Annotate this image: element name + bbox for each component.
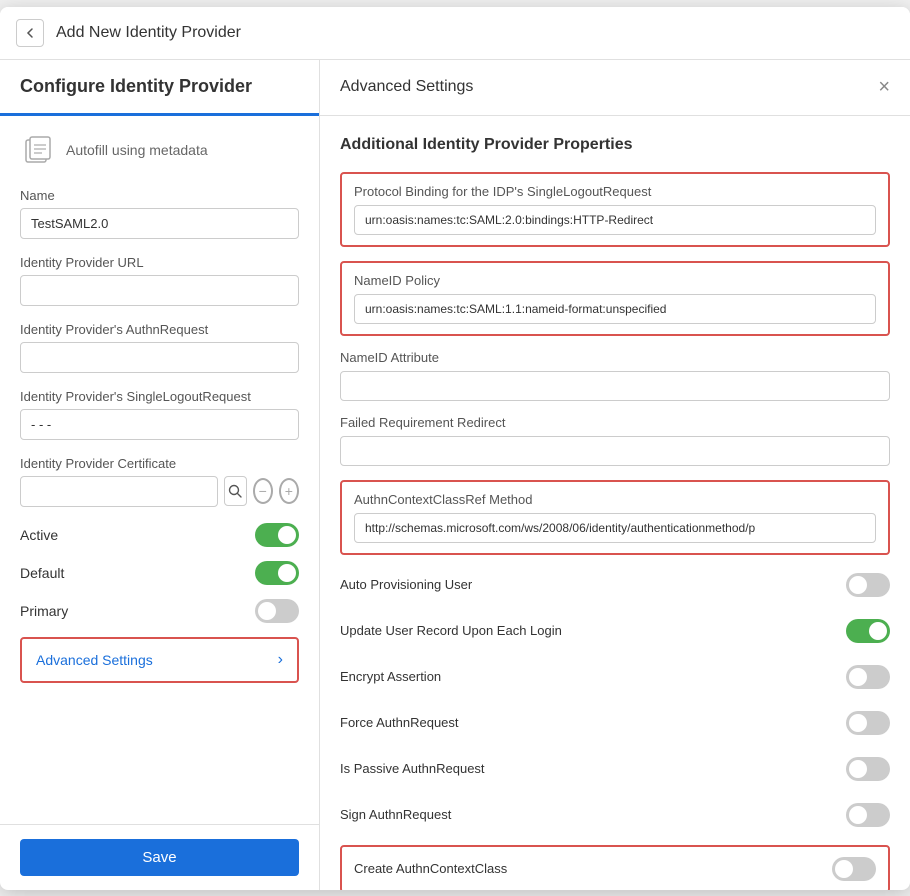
- authn-context-label: AuthnContextClassRef Method: [354, 492, 876, 507]
- encrypt-assertion-label: Encrypt Assertion: [340, 669, 441, 684]
- slo-request-input[interactable]: [20, 409, 299, 440]
- update-user-row: Update User Record Upon Each Login: [340, 615, 890, 647]
- failed-req-group: Failed Requirement Redirect: [340, 415, 890, 466]
- authn-request-group: Identity Provider's AuthnRequest: [20, 322, 299, 373]
- idp-url-input[interactable]: [20, 275, 299, 306]
- force-authn-toggle[interactable]: [846, 711, 890, 735]
- force-authn-label: Force AuthnRequest: [340, 715, 459, 730]
- modal-header: Add New Identity Provider: [0, 7, 910, 60]
- modal-container: Add New Identity Provider Configure Iden…: [0, 7, 910, 890]
- close-button[interactable]: ×: [878, 76, 890, 99]
- cert-search-button[interactable]: [224, 476, 247, 506]
- encrypt-assertion-row: Encrypt Assertion: [340, 661, 890, 693]
- cert-remove-button[interactable]: −: [253, 478, 273, 504]
- idp-url-group: Identity Provider URL: [20, 255, 299, 306]
- protocol-binding-input[interactable]: [354, 205, 876, 235]
- sign-authn-row: Sign AuthnRequest: [340, 799, 890, 831]
- modal-title: Add New Identity Provider: [56, 24, 241, 42]
- auto-provisioning-row: Auto Provisioning User: [340, 569, 890, 601]
- nameid-policy-label: NameID Policy: [354, 273, 876, 288]
- right-panel-title: Advanced Settings: [340, 78, 473, 96]
- authn-request-label: Identity Provider's AuthnRequest: [20, 322, 299, 337]
- right-panel-content: Additional Identity Provider Properties …: [320, 116, 910, 890]
- modal-body: Configure Identity Provider Autofill usi…: [0, 60, 910, 890]
- authn-context-input[interactable]: [354, 513, 876, 543]
- authn-request-input[interactable]: [20, 342, 299, 373]
- primary-label: Primary: [20, 603, 68, 619]
- autofill-row[interactable]: Autofill using metadata: [20, 132, 299, 168]
- create-authn-context-label: Create AuthnContextClass: [354, 861, 507, 876]
- primary-toggle-row: Primary: [20, 599, 299, 623]
- sign-authn-toggle[interactable]: [846, 803, 890, 827]
- save-btn-row: Save: [0, 824, 319, 890]
- section-title: Additional Identity Provider Properties: [340, 136, 890, 154]
- save-button[interactable]: Save: [20, 839, 299, 876]
- nameid-attribute-label: NameID Attribute: [340, 350, 890, 365]
- right-panel-header: Advanced Settings ×: [320, 60, 910, 116]
- authn-context-group: AuthnContextClassRef Method: [340, 480, 890, 555]
- nameid-attribute-input[interactable]: [340, 371, 890, 401]
- failed-req-label: Failed Requirement Redirect: [340, 415, 890, 430]
- advanced-settings-label: Advanced Settings: [36, 652, 153, 668]
- protocol-binding-label: Protocol Binding for the IDP's SingleLog…: [354, 184, 876, 199]
- failed-req-input[interactable]: [340, 436, 890, 466]
- primary-toggle[interactable]: [255, 599, 299, 623]
- create-authn-context-row: Create AuthnContextClass: [340, 845, 890, 890]
- nameid-policy-input[interactable]: [354, 294, 876, 324]
- cert-input[interactable]: [20, 476, 218, 507]
- cert-row: − +: [20, 476, 299, 507]
- slo-request-group: Identity Provider's SingleLogoutRequest: [20, 389, 299, 440]
- update-user-label: Update User Record Upon Each Login: [340, 623, 562, 638]
- default-toggle-row: Default: [20, 561, 299, 585]
- protocol-binding-group: Protocol Binding for the IDP's SingleLog…: [340, 172, 890, 247]
- create-authn-context-toggle[interactable]: [832, 857, 876, 881]
- active-label: Active: [20, 527, 58, 543]
- auto-provisioning-toggle[interactable]: [846, 573, 890, 597]
- update-user-toggle[interactable]: [846, 619, 890, 643]
- advanced-settings-chevron-icon: ›: [278, 651, 283, 669]
- name-label: Name: [20, 188, 299, 203]
- name-input[interactable]: [20, 208, 299, 239]
- idp-url-label: Identity Provider URL: [20, 255, 299, 270]
- is-passive-toggle[interactable]: [846, 757, 890, 781]
- active-toggle[interactable]: [255, 523, 299, 547]
- right-panel: Advanced Settings × Additional Identity …: [320, 60, 910, 890]
- auto-provisioning-label: Auto Provisioning User: [340, 577, 472, 592]
- sign-authn-label: Sign AuthnRequest: [340, 807, 451, 822]
- is-passive-label: Is Passive AuthnRequest: [340, 761, 485, 776]
- left-panel: Configure Identity Provider Autofill usi…: [0, 60, 320, 890]
- advanced-settings-row[interactable]: Advanced Settings ›: [20, 637, 299, 683]
- autofill-label: Autofill using metadata: [66, 142, 208, 158]
- active-toggle-row: Active: [20, 523, 299, 547]
- default-label: Default: [20, 565, 64, 581]
- encrypt-assertion-toggle[interactable]: [846, 665, 890, 689]
- force-authn-row: Force AuthnRequest: [340, 707, 890, 739]
- slo-request-label: Identity Provider's SingleLogoutRequest: [20, 389, 299, 404]
- nameid-attribute-group: NameID Attribute: [340, 350, 890, 401]
- back-button[interactable]: [16, 19, 44, 47]
- cert-add-button[interactable]: +: [279, 478, 299, 504]
- left-panel-content: Autofill using metadata Name Identity Pr…: [0, 116, 319, 824]
- cert-group: Identity Provider Certificate − +: [20, 456, 299, 507]
- left-panel-title: Configure Identity Provider: [0, 60, 319, 116]
- autofill-icon: [20, 132, 56, 168]
- default-toggle[interactable]: [255, 561, 299, 585]
- is-passive-row: Is Passive AuthnRequest: [340, 753, 890, 785]
- nameid-policy-group: NameID Policy: [340, 261, 890, 336]
- name-group: Name: [20, 188, 299, 239]
- cert-label: Identity Provider Certificate: [20, 456, 299, 471]
